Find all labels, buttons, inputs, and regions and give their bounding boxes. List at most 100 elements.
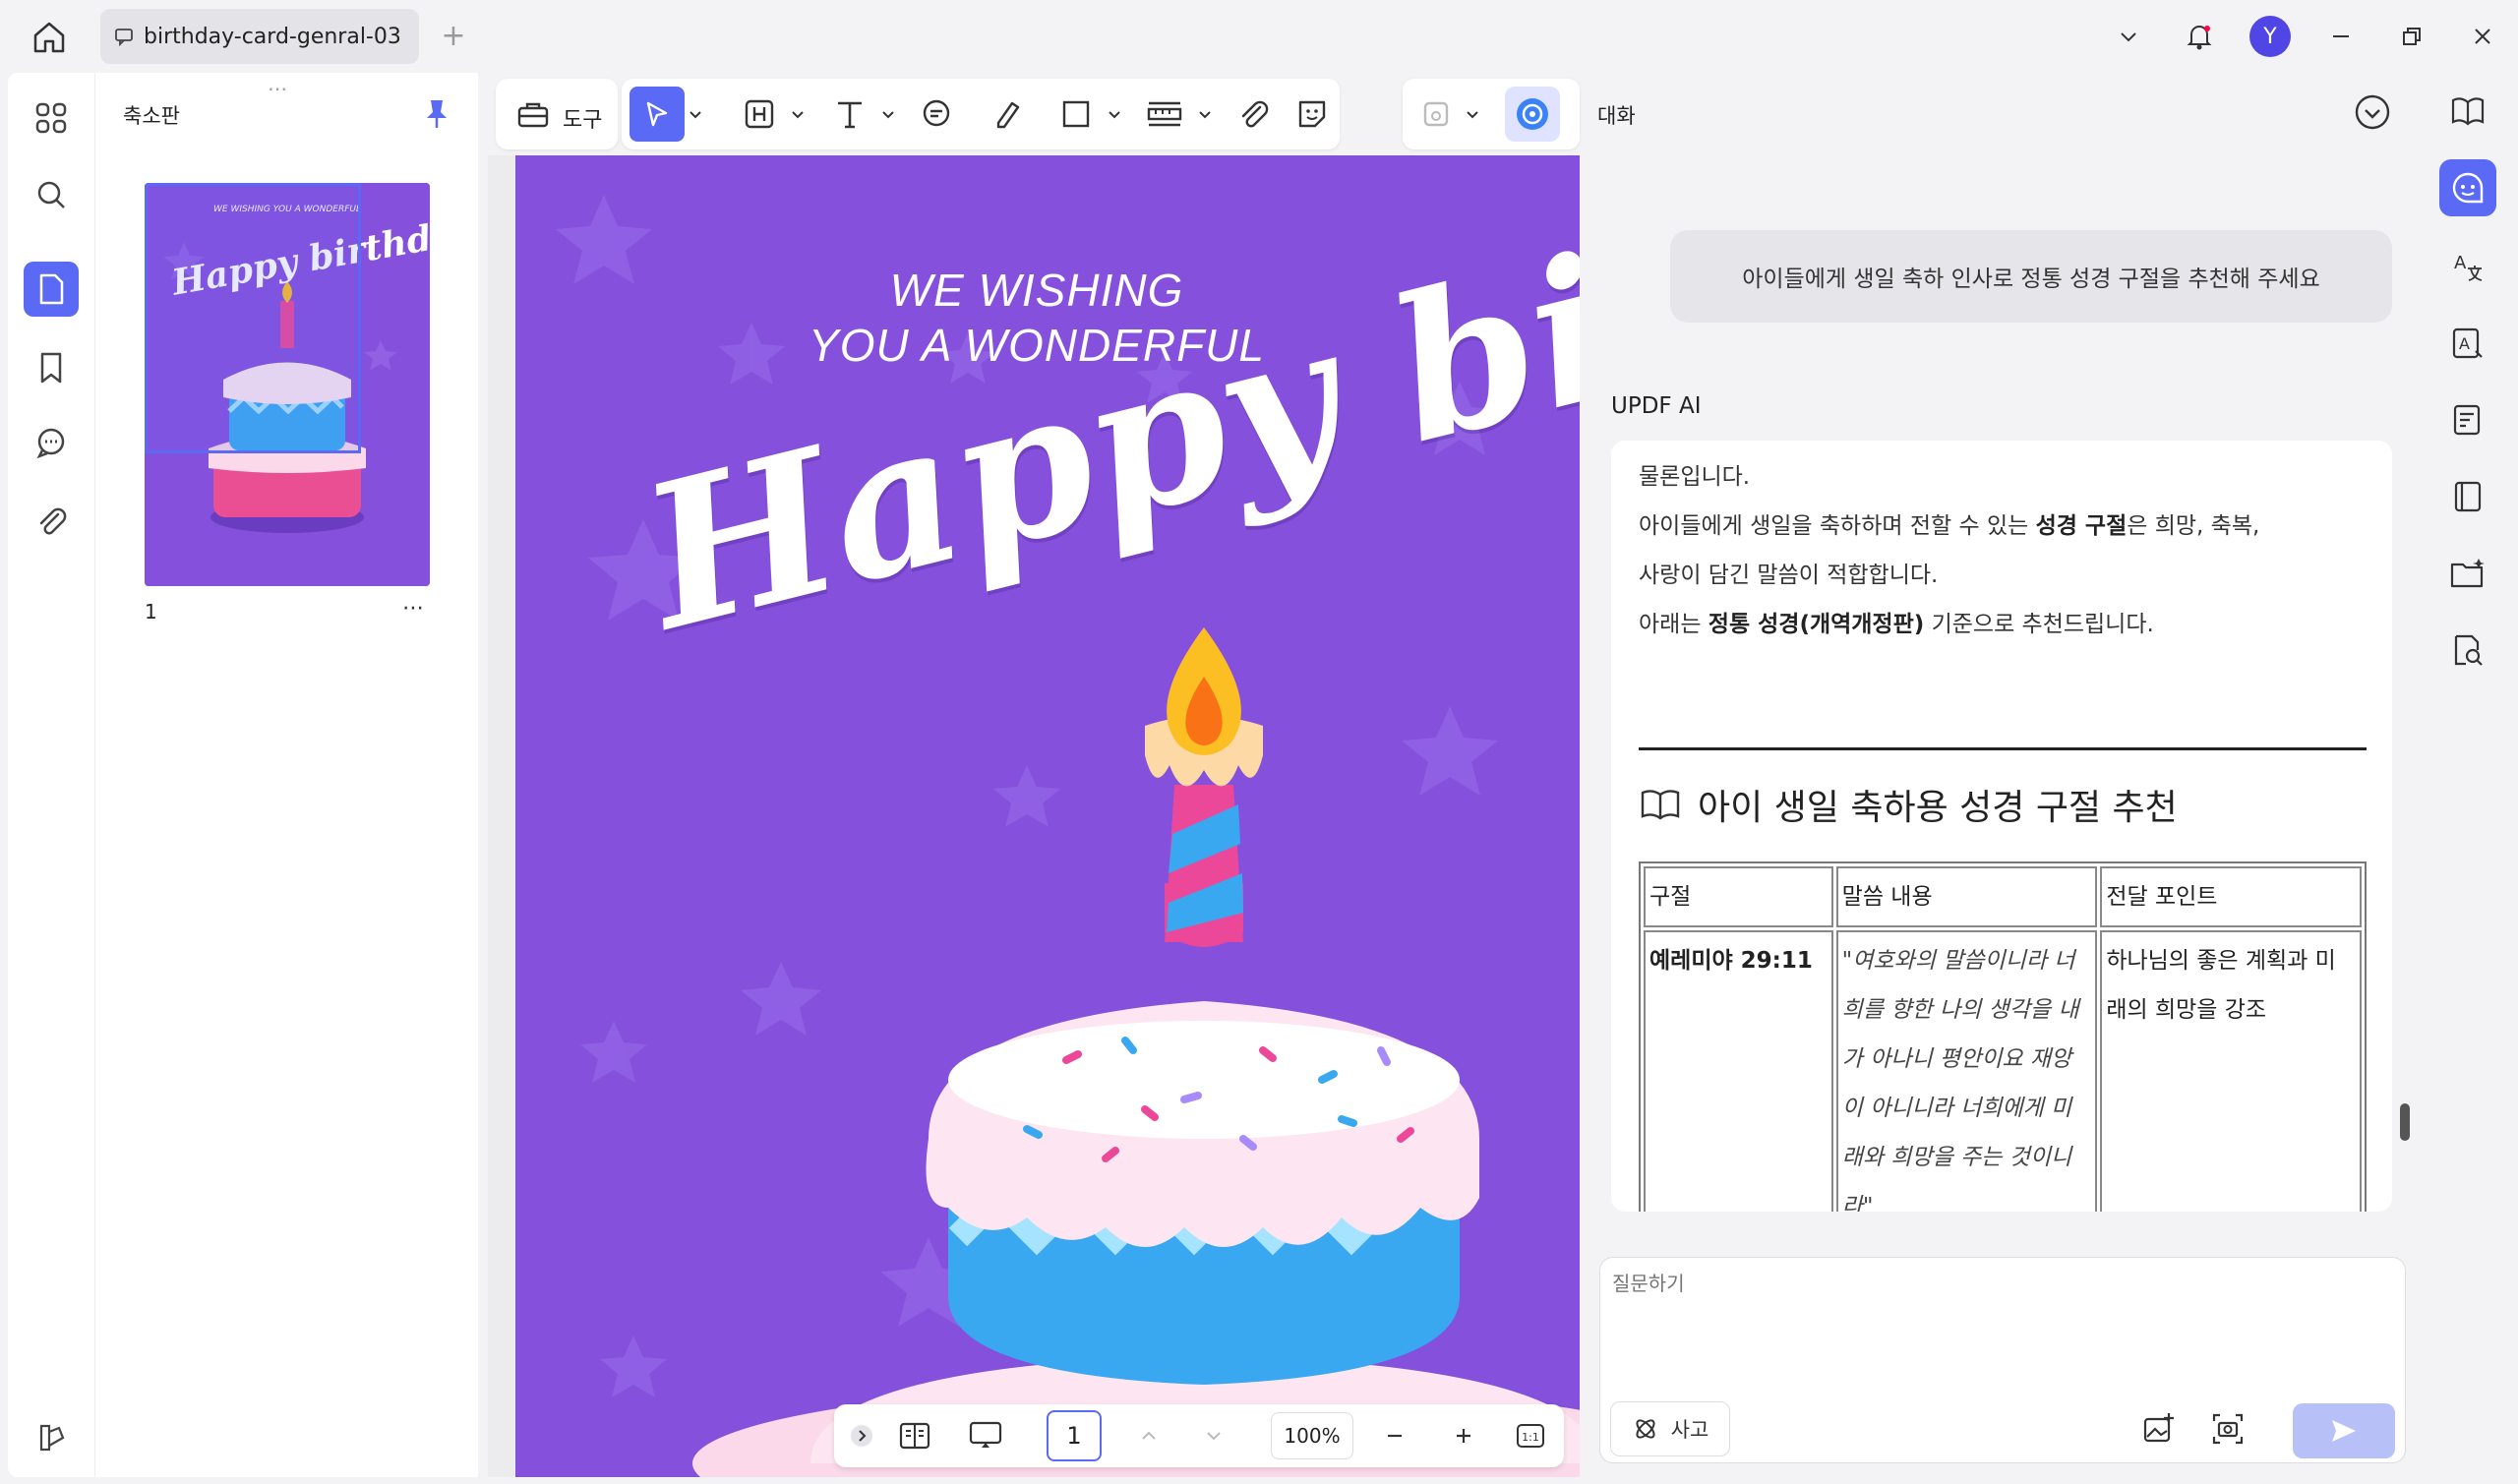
- section-heading: 아이 생일 축하용 성경 구절 추천: [1639, 779, 2178, 830]
- presentation-icon[interactable]: [966, 1416, 1005, 1455]
- measure-tool-icon[interactable]: [1145, 94, 1184, 134]
- previous-page-icon[interactable]: [1129, 1416, 1169, 1455]
- toolbox-icon[interactable]: [513, 94, 553, 134]
- ai-assistant-icon[interactable]: [1505, 87, 1560, 142]
- more-options-icon[interactable]: ⋯: [402, 596, 425, 621]
- table-header-row: 구절 말씀 내용 전달 포인트: [1644, 866, 2362, 927]
- heading-tool-icon[interactable]: [740, 94, 779, 134]
- drag-handle[interactable]: ⋯: [268, 77, 288, 100]
- table-row: 예레미야 29:11 "여호와의 말씀이니라 너희를 향한 나의 생각을 내가 …: [1644, 930, 2362, 1212]
- pin-icon[interactable]: [419, 96, 454, 132]
- search-document-icon[interactable]: [2439, 622, 2496, 679]
- column-header: 구절: [1644, 866, 1833, 927]
- ai-chat-panel: 대화 아이들에게 생일 축하 인사로 정통 성경 구절을 추천해 주세요 UPD…: [1584, 73, 2420, 1477]
- divider: [1639, 747, 2367, 750]
- chevron-down-icon[interactable]: [1198, 110, 1212, 120]
- apps-grid-icon[interactable]: [24, 90, 79, 146]
- translate-icon[interactable]: A: [2439, 238, 2496, 295]
- next-page-icon[interactable]: [1194, 1416, 1233, 1455]
- add-image-icon[interactable]: [2137, 1407, 2181, 1451]
- section-title: 아이 생일 축하용 성경 구절 추천: [1698, 788, 2178, 828]
- svg-text:1:1: 1:1: [1522, 1431, 1539, 1444]
- bell-icon[interactable]: [2164, 0, 2235, 73]
- user-message: 아이들에게 생일 축하 인사로 정통 성경 구절을 추천해 주세요: [1670, 230, 2392, 323]
- rectangle-tool-icon[interactable]: [1056, 94, 1096, 134]
- home-icon[interactable]: [30, 18, 69, 57]
- page-layout-icon[interactable]: [895, 1416, 934, 1455]
- search-icon[interactable]: [24, 167, 79, 222]
- chevron-down-icon[interactable]: [1108, 110, 1121, 120]
- zoom-level[interactable]: 100%: [1271, 1412, 1353, 1459]
- sticker-tool-icon[interactable]: [1292, 94, 1332, 134]
- page-thumbnail[interactable]: WE WISHING YOU A WONDERFUL Happy birthda…: [145, 183, 430, 586]
- chevron-down-icon[interactable]: [1466, 110, 1479, 120]
- chevron-down-icon[interactable]: [791, 110, 805, 120]
- chevron-down-icon[interactable]: [881, 110, 895, 120]
- send-icon: [2329, 1416, 2359, 1446]
- verse-text: "여호와의 말씀이니라 너희를 향한 나의 생각을 내가 아나니 평안이요 재앙…: [1835, 930, 2098, 1212]
- ai-name: UPDF AI: [1611, 393, 1702, 419]
- organize-pages-icon[interactable]: [2439, 468, 2496, 525]
- panel-title: 축소판: [123, 104, 180, 128]
- ai-line-3: 사랑이 담긴 말씀이 적합합니다.: [1639, 563, 1939, 588]
- right-rail: A A: [2426, 73, 2510, 1477]
- highlighter-tool-icon[interactable]: [988, 94, 1027, 134]
- theme-icon[interactable]: [24, 1410, 79, 1465]
- column-header: 전달 포인트: [2100, 866, 2362, 927]
- actual-size-icon[interactable]: 1:1: [1511, 1416, 1550, 1455]
- close-button[interactable]: [2447, 0, 2518, 73]
- ai-line-4: 아래는 정통 성경(개역개정판) 기준으로 추천드립니다.: [1639, 612, 2154, 637]
- thumbnail-panel: ⋯ 축소판 WE WISHING YOU A WONDERFUL Happy b…: [94, 73, 478, 1477]
- select-tool-icon[interactable]: [630, 87, 685, 142]
- chat-input-box: 사고: [1599, 1257, 2406, 1463]
- left-rail: [8, 73, 94, 1477]
- think-label: 사고: [1670, 1418, 1709, 1442]
- title-bar: birthday-card-genral-03 + Y: [0, 0, 2518, 73]
- history-icon[interactable]: [2353, 92, 2396, 136]
- zoom-out-icon[interactable]: [1375, 1416, 1414, 1455]
- ai-chat-icon[interactable]: [2439, 159, 2496, 216]
- comment-tab-icon: [114, 27, 134, 46]
- screenshot-icon[interactable]: [2206, 1407, 2249, 1451]
- extra-tools-group: [1403, 79, 1580, 149]
- ocr-icon[interactable]: A: [2439, 315, 2496, 372]
- minimize-button[interactable]: [2306, 0, 2376, 73]
- svg-text:A: A: [2459, 334, 2470, 353]
- tools-label[interactable]: 도구: [563, 102, 602, 134]
- think-mode-button[interactable]: 사고: [1610, 1401, 1730, 1456]
- restore-button[interactable]: [2376, 0, 2447, 73]
- open-book-icon: [1639, 787, 1682, 822]
- chevron-down-icon[interactable]: [689, 110, 702, 120]
- comment-tool-icon[interactable]: [917, 94, 956, 134]
- chat-scrollbar[interactable]: [2400, 1103, 2410, 1141]
- form-icon[interactable]: [2439, 391, 2496, 448]
- batch-folder-icon[interactable]: [2439, 545, 2496, 602]
- expand-icon[interactable]: [842, 1416, 881, 1455]
- zoom-in-icon[interactable]: [1444, 1416, 1483, 1455]
- verse-point: 하나님의 좋은 계획과 미래의 희망을 강조: [2100, 930, 2362, 1212]
- verse-table: 구절 말씀 내용 전달 포인트 예레미야 29:11 "여호와의 말씀이니라 너…: [1639, 861, 2367, 1212]
- document-tab[interactable]: birthday-card-genral-03: [100, 9, 419, 64]
- bookmark-icon[interactable]: [24, 340, 79, 395]
- thumbnail-page-number: 1: [145, 600, 157, 623]
- reader-mode-icon[interactable]: [2439, 83, 2496, 140]
- tab-title: birthday-card-genral-03: [144, 24, 401, 49]
- new-tab-button[interactable]: +: [437, 20, 470, 53]
- send-button[interactable]: [2293, 1403, 2395, 1458]
- thumbnails-icon[interactable]: [24, 262, 79, 317]
- ai-response: 물론입니다. 아이들에게 생일을 축하하며 전할 수 있는 성경 구절은 희망,…: [1611, 441, 2392, 1212]
- verse-reference: 예레미야 29:11: [1644, 930, 1833, 1212]
- pdf-page: WE WISHING YOU A WONDERFUL Happy birthda…: [515, 155, 1580, 1477]
- chevron-down-icon[interactable]: [2093, 0, 2164, 73]
- save-disabled-icon[interactable]: [1416, 94, 1456, 134]
- edit-tools-group: [622, 79, 1340, 149]
- user-avatar[interactable]: Y: [2235, 0, 2306, 73]
- viewport-indicator: [145, 183, 361, 453]
- attach-tool-icon[interactable]: [1233, 94, 1273, 134]
- question-input[interactable]: [1612, 1268, 2389, 1346]
- document-viewer[interactable]: WE WISHING YOU A WONDERFUL Happy birthda…: [488, 155, 1580, 1477]
- comments-icon[interactable]: [24, 415, 79, 470]
- current-page-input[interactable]: 1: [1047, 1410, 1102, 1461]
- text-tool-icon[interactable]: [830, 94, 869, 134]
- attachment-icon[interactable]: [24, 494, 79, 549]
